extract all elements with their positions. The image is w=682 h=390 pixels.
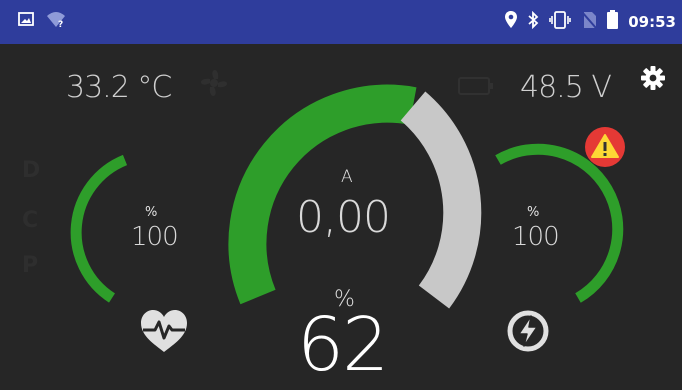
main-gauge-remaining <box>400 91 482 309</box>
status-bar: ? 09:53 <box>0 0 682 44</box>
voltage-readout: 48.5 V <box>520 70 612 105</box>
no-sim-icon <box>581 10 598 33</box>
settings-gear-icon[interactable] <box>640 65 666 91</box>
wifi-question-icon: ? <box>46 10 66 32</box>
lightning-icon <box>507 310 549 356</box>
battery-outline-icon <box>458 76 494 100</box>
svg-text:?: ? <box>58 20 63 28</box>
temperature-readout: 33.2 °C <box>66 70 172 105</box>
mode-d[interactable]: D <box>22 158 40 183</box>
current-value: 0,00 <box>296 192 391 243</box>
left-gauge-arc <box>70 154 128 303</box>
image-icon <box>18 11 34 31</box>
bluetooth-icon <box>527 10 539 33</box>
battery-percent-value: 62 <box>297 302 389 388</box>
right-gauge-value: 100 <box>512 222 560 252</box>
warning-icon[interactable] <box>585 127 625 167</box>
status-time: 09:53 <box>628 12 676 31</box>
fan-icon <box>196 66 232 104</box>
battery-icon <box>607 10 619 33</box>
vibrate-icon <box>549 10 572 33</box>
location-icon <box>505 11 518 32</box>
mode-c[interactable]: C <box>22 208 38 233</box>
mode-p[interactable]: P <box>22 253 38 278</box>
right-gauge-unit: % <box>527 205 540 220</box>
heart-pulse-icon <box>139 308 189 358</box>
current-unit: A <box>341 167 353 187</box>
left-gauge-value: 100 <box>131 222 179 252</box>
left-gauge-unit: % <box>145 205 158 220</box>
